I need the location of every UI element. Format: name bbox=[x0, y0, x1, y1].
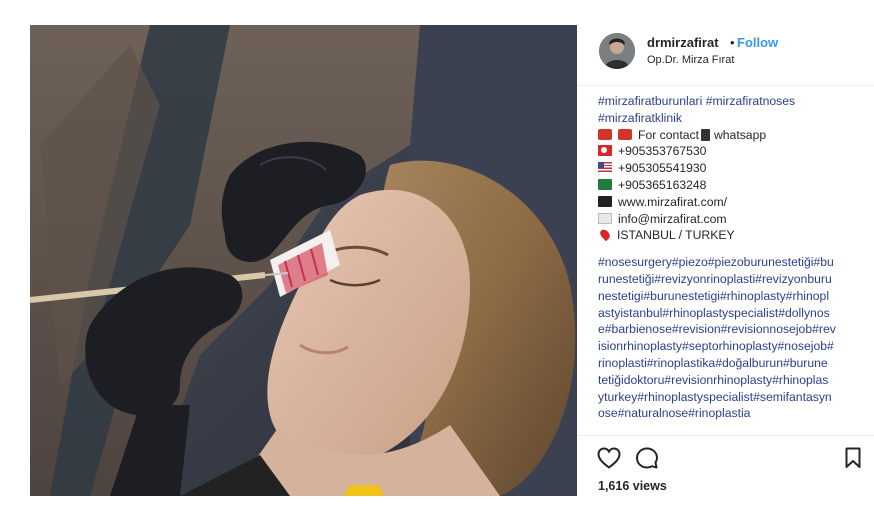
phone-sa-line: +905365163248 bbox=[598, 177, 860, 194]
location-pin-icon bbox=[598, 228, 612, 242]
usa-flag-icon bbox=[598, 162, 612, 174]
post-caption: #mirzafiratburunlari #mirzafiratnoses #m… bbox=[598, 93, 860, 435]
email-line: info@mirzafirat.com bbox=[598, 211, 860, 228]
post-image[interactable] bbox=[30, 25, 577, 496]
hashtag-line[interactable]: ose#naturalnose#rinoplastia bbox=[598, 406, 750, 420]
post-sidebar: drmirzafirat • Follow Op.Dr. Mirza Fırat… bbox=[577, 25, 874, 497]
hashtag-line[interactable]: nestetigi#burunestetigi#rhinoplasty#rhin… bbox=[598, 289, 829, 303]
hashtag-line[interactable]: yturkey#rhinoplastyspecialist#semifantas… bbox=[598, 390, 832, 404]
post-header: drmirzafirat • Follow Op.Dr. Mirza Fırat bbox=[577, 25, 874, 86]
post-photo bbox=[30, 25, 577, 496]
username-link[interactable]: drmirzafirat bbox=[647, 35, 719, 50]
comment-icon[interactable] bbox=[636, 447, 658, 469]
contact-label: For contact bbox=[638, 127, 699, 142]
follow-button[interactable]: Follow bbox=[737, 35, 778, 50]
account-subtitle: Op.Dr. Mirza Fırat bbox=[647, 54, 735, 66]
avatar[interactable] bbox=[599, 33, 635, 69]
hashtag-line[interactable]: isionrhinoplasty#septorhinoplasty#nosejo… bbox=[598, 339, 834, 353]
heart-icon[interactable] bbox=[597, 447, 621, 469]
hashtag-line[interactable]: tetiğidoktoru#revisionrhinoplasty#rhinop… bbox=[598, 373, 828, 387]
hashtag-block: #nosesurgery#piezo#piezoburunestetiği#bu… bbox=[598, 254, 860, 422]
post-actions: 1,616 views bbox=[577, 435, 874, 497]
location-line: ISTANBUL / TURKEY bbox=[598, 227, 860, 244]
hashtag-link[interactable]: #mirzafiratburunlari #mirzafiratnoses bbox=[598, 94, 795, 108]
mobile-phone-icon bbox=[700, 128, 710, 141]
hashtag-line[interactable]: #nosesurgery#piezo#piezoburunestetiği#bu bbox=[598, 255, 834, 269]
phone-number-tr: +905353767530 bbox=[618, 144, 707, 159]
emoji-overlay bbox=[345, 485, 383, 496]
envelope-icon bbox=[598, 212, 612, 224]
phone-number-us: +905305541930 bbox=[618, 161, 707, 176]
contact-line: For contact whatsapp bbox=[598, 127, 860, 144]
saudi-flag-icon bbox=[598, 178, 612, 190]
phone-tr-line: +905353767530 bbox=[598, 143, 860, 160]
website-text: www.mirzafirat.com/ bbox=[618, 194, 728, 209]
website-line: www.mirzafirat.com/ bbox=[598, 194, 860, 211]
hashtag-line[interactable]: rinoplasti#rinoplastika#doğalburun#burun… bbox=[598, 356, 828, 370]
phone-number-sa: +905365163248 bbox=[618, 177, 707, 192]
hashtag-line[interactable]: runestetiği#revizyonrinoplasti#revizyonb… bbox=[598, 272, 832, 286]
bookmark-icon[interactable] bbox=[845, 447, 861, 469]
telephone-icon bbox=[618, 128, 632, 140]
telephone-icon bbox=[598, 128, 612, 140]
location-text: ISTANBUL / TURKEY bbox=[617, 228, 735, 243]
hashtag-line[interactable]: astyistanbul#rhinoplastyspecialist#dolly… bbox=[598, 306, 830, 320]
turkey-flag-icon bbox=[598, 145, 612, 157]
email-text: info@mirzafirat.com bbox=[618, 211, 727, 226]
separator-dot: • bbox=[730, 35, 735, 50]
computer-icon bbox=[598, 195, 612, 207]
view-count: 1,616 views bbox=[598, 479, 667, 493]
hashtag-line[interactable]: e#barbienose#revision#revisionnosejob#re… bbox=[598, 322, 836, 336]
hashtag-link[interactable]: #mirzafiratklinik bbox=[598, 111, 682, 125]
phone-us-line: +905305541930 bbox=[598, 160, 860, 177]
whatsapp-label: whatsapp bbox=[713, 127, 767, 142]
